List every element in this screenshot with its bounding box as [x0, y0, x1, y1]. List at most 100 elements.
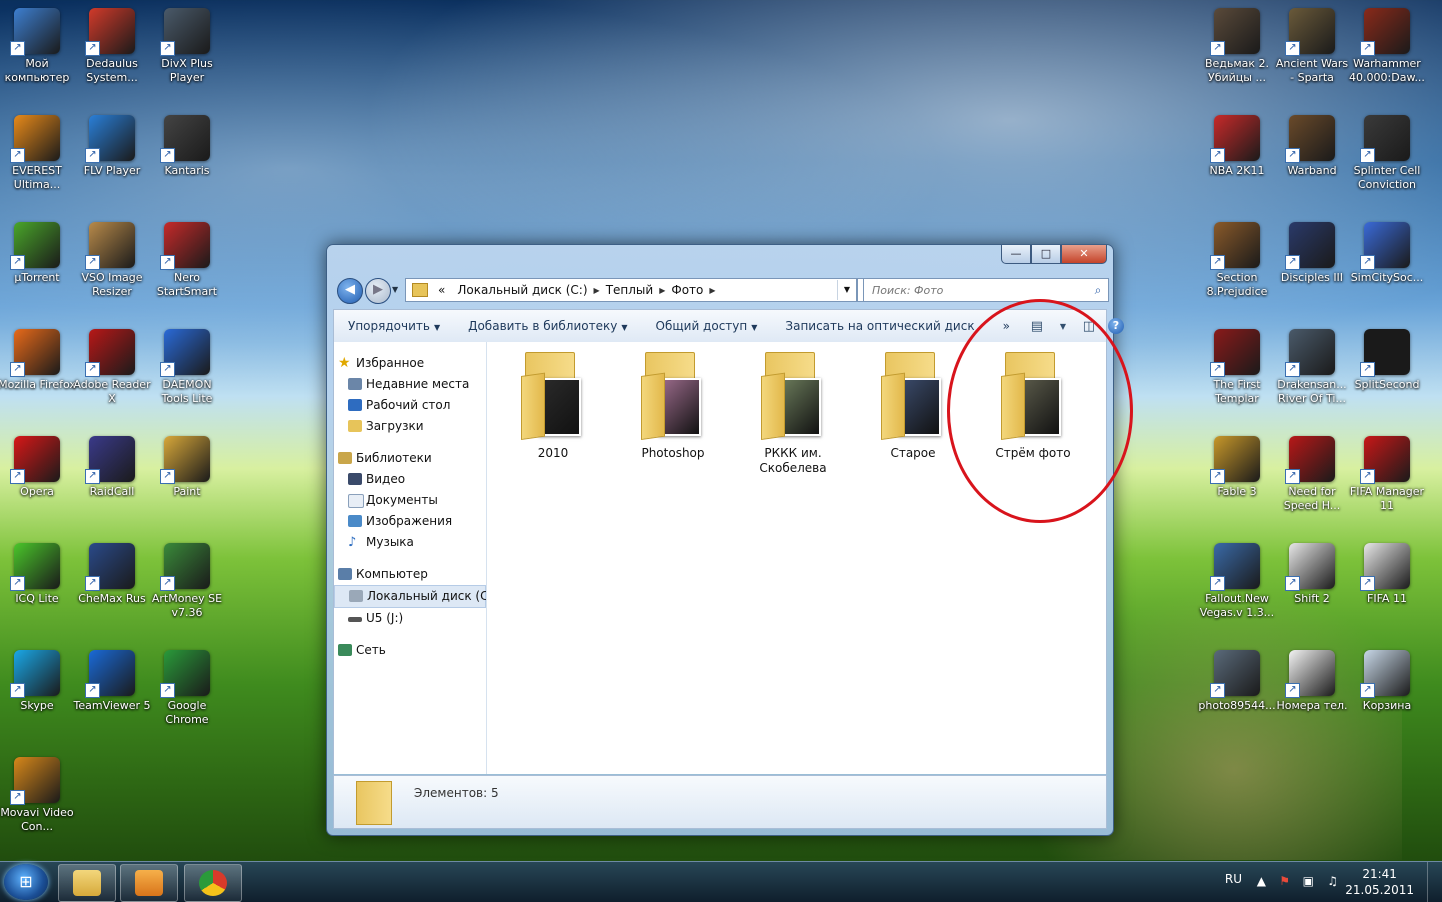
- desktop-icon-мой-компьютер[interactable]: ↗ Мой компьютер: [0, 8, 76, 85]
- nav-computer[interactable]: Компьютер: [334, 564, 486, 585]
- desktop-icon-fable-3[interactable]: ↗ Fable 3: [1198, 436, 1276, 499]
- desktop-icon-torrent[interactable]: ↗ µTorrent: [0, 222, 76, 285]
- desktop-icon-the-first-templar[interactable]: ↗ The First Templar: [1198, 329, 1276, 406]
- desktop-icon-warband[interactable]: ↗ Warband: [1273, 115, 1351, 178]
- desktop-icon-dedaulus-system[interactable]: ↗ Dedaulus System...: [73, 8, 151, 85]
- desktop-icon-simcitysoc[interactable]: ↗ SimCitySoc...: [1348, 222, 1426, 285]
- folder-item[interactable]: Старое: [859, 350, 967, 461]
- desktop-icon-daemon-tools-lite[interactable]: ↗ DAEMON Tools Lite: [148, 329, 226, 406]
- desktop-icon-warhammer-40-000-daw[interactable]: ↗ Warhammer 40.000:Daw...: [1348, 8, 1426, 85]
- view-options-icon[interactable]: ▤: [1024, 319, 1050, 334]
- taskbar-media-player[interactable]: [120, 864, 178, 902]
- desktop-icon-adobe-reader-x[interactable]: ↗ Adobe Reader X: [73, 329, 151, 406]
- action-center-icon[interactable]: ⚑: [1279, 874, 1290, 888]
- desktop-icon-google-chrome[interactable]: ↗ Google Chrome: [148, 650, 226, 727]
- desktop-icon-номера-тел[interactable]: ↗ Номера тел.: [1273, 650, 1351, 713]
- explorer-window[interactable]: — □ ✕ ◀ ▶ ▼ « Локальный диск (C:) ▶ Тепл…: [326, 244, 1124, 836]
- desktop-icon-icq-lite[interactable]: ↗ ICQ Lite: [0, 543, 76, 606]
- volume-icon[interactable]: ♫: [1327, 874, 1338, 888]
- desktop-icon-divx-plus-player[interactable]: ↗ DivX Plus Player: [148, 8, 226, 85]
- desktop-icon-nero-startsmart[interactable]: ↗ Nero StartSmart: [148, 222, 226, 299]
- breadcrumb-local-disk[interactable]: Локальный диск (C:): [451, 283, 593, 297]
- desktop-icon-nba-2k11[interactable]: ↗ NBA 2K11: [1198, 115, 1276, 178]
- minimize-button[interactable]: —: [1001, 245, 1031, 264]
- language-indicator[interactable]: RU: [1225, 872, 1242, 886]
- breadcrumb-foto[interactable]: Фото: [665, 283, 709, 297]
- desktop-icon-need-for-speed-h[interactable]: ↗ Need for Speed H...: [1273, 436, 1351, 513]
- taskbar-explorer[interactable]: [58, 864, 116, 902]
- search-box[interactable]: ⌕: [863, 278, 1109, 302]
- desktop-icon-splinter-cell-conviction[interactable]: ↗ Splinter Cell Conviction: [1348, 115, 1426, 192]
- desktop-icon-teamviewer-5[interactable]: ↗ TeamViewer 5: [73, 650, 151, 713]
- nav-local-disk-c[interactable]: Локальный диск (C:): [334, 585, 486, 608]
- desktop-icon-vso-image-resizer[interactable]: ↗ VSO Image Resizer: [73, 222, 151, 299]
- folder-item[interactable]: Стрём фото: [979, 350, 1087, 461]
- nav-documents[interactable]: Документы: [334, 490, 486, 511]
- address-bar[interactable]: « Локальный диск (C:) ▶ Теплый ▶ Фото ▶ …: [405, 278, 857, 302]
- preview-pane-icon[interactable]: ◫: [1076, 319, 1102, 334]
- folder-item[interactable]: РККК им. Скобелева: [739, 350, 847, 476]
- help-icon[interactable]: ?: [1107, 318, 1124, 334]
- desktop-icon-raidcall[interactable]: ↗ RaidCall: [73, 436, 151, 499]
- folder-item[interactable]: 2010: [499, 350, 607, 461]
- nav-u5-drive[interactable]: U5 (J:): [334, 608, 486, 629]
- nav-favorites[interactable]: ★ Избранное: [334, 353, 486, 374]
- desktop-icon-ведьмак-2-убийцы[interactable]: ↗ Ведьмак 2. Убийцы ...: [1198, 8, 1276, 85]
- view-dropdown-icon[interactable]: ▼: [1050, 322, 1076, 331]
- nav-music[interactable]: ♪ Музыка: [334, 532, 486, 553]
- search-input[interactable]: [864, 282, 1088, 298]
- desktop-icon-fifa-11[interactable]: ↗ FIFA 11: [1348, 543, 1426, 606]
- nav-video[interactable]: Видео: [334, 469, 486, 490]
- nav-network[interactable]: Сеть: [334, 640, 486, 661]
- show-hidden-icons-icon[interactable]: ▲: [1257, 874, 1266, 888]
- desktop-icon-fallout-new-vegas-v-1-3[interactable]: ↗ Fallout.New Vegas.v 1.3...: [1198, 543, 1276, 620]
- desktop-icon-skype[interactable]: ↗ Skype: [0, 650, 76, 713]
- more-commands-button[interactable]: »: [989, 319, 1024, 333]
- organize-menu[interactable]: Упорядочить ▼: [334, 319, 454, 333]
- close-button[interactable]: ✕: [1061, 245, 1107, 264]
- navigation-pane[interactable]: ★ Избранное Недавние места Рабочий стол …: [334, 342, 487, 774]
- breadcrumb-arrow-icon[interactable]: ▶: [709, 286, 715, 295]
- taskbar-chrome[interactable]: [184, 864, 242, 902]
- desktop-icon-kantaris[interactable]: ↗ Kantaris: [148, 115, 226, 178]
- desktop-icon-mozilla-firefox[interactable]: ↗ Mozilla Firefox: [0, 329, 76, 392]
- address-dropdown-icon[interactable]: ▼: [836, 280, 856, 300]
- add-to-library-menu[interactable]: Добавить в библиотеку ▼: [454, 319, 641, 333]
- desktop-icon-fifa-manager-11[interactable]: ↗ FIFA Manager 11: [1348, 436, 1426, 513]
- nav-libraries[interactable]: Библиотеки: [334, 448, 486, 469]
- desktop-icon-splitsecond[interactable]: ↗ SplitSecond: [1348, 329, 1426, 392]
- desktop-icon-section-8-prejudice[interactable]: ↗ Section 8.Prejudice: [1198, 222, 1276, 299]
- breadcrumb-teplyi[interactable]: Теплый: [600, 283, 660, 297]
- desktop-icon-artmoney-se-v7-36[interactable]: ↗ ArtMoney SE v7.36: [148, 543, 226, 620]
- share-menu[interactable]: Общий доступ ▼: [642, 319, 772, 333]
- desktop-icon-shift-2[interactable]: ↗ Shift 2: [1273, 543, 1351, 606]
- start-button[interactable]: ⊞: [4, 864, 48, 900]
- desktop-icon-ancient-wars-sparta[interactable]: ↗ Ancient Wars - Sparta: [1273, 8, 1351, 85]
- desktop-icon-photo89544[interactable]: ↗ photo89544...: [1198, 650, 1276, 713]
- clock[interactable]: 21:41 21.05.2011: [1345, 866, 1414, 898]
- recent-pages-dropdown[interactable]: ▼: [392, 285, 398, 294]
- nav-desktop[interactable]: Рабочий стол: [334, 395, 486, 416]
- desktop-icon-корзина[interactable]: ↗ Корзина: [1348, 650, 1426, 713]
- nav-recent-places[interactable]: Недавние места: [334, 374, 486, 395]
- desktop-icon-opera[interactable]: ↗ Opera: [0, 436, 76, 499]
- desktop-icon-paint[interactable]: ↗ Paint: [148, 436, 226, 499]
- desktop-icon-flv-player[interactable]: ↗ FLV Player: [73, 115, 151, 178]
- nav-pictures[interactable]: Изображения: [334, 511, 486, 532]
- desktop-icon-drakensan-river-of-ti[interactable]: ↗ Drakensan... River Of Ti...: [1273, 329, 1351, 406]
- nav-downloads[interactable]: Загрузки: [334, 416, 486, 437]
- network-tray-icon[interactable]: ▣: [1303, 874, 1314, 888]
- show-desktop-button[interactable]: [1427, 862, 1442, 902]
- search-icon[interactable]: ⌕: [1088, 283, 1108, 298]
- forward-button[interactable]: ▶: [365, 278, 391, 304]
- desktop-icon-movavi-video-con[interactable]: ↗ Movavi Video Con...: [0, 757, 76, 834]
- maximize-button[interactable]: □: [1031, 245, 1061, 264]
- desktop-icon-everest-ultima[interactable]: ↗ EVEREST Ultima...: [0, 115, 76, 192]
- file-list[interactable]: 2010 Photoshop РККК им. Скобелева Старое Стр…: [487, 342, 1106, 774]
- burn-button[interactable]: Записать на оптический диск: [771, 319, 988, 333]
- desktop-icon-disciples-iii[interactable]: ↗ Disciples III: [1273, 222, 1351, 285]
- desktop-icon-chemax-rus[interactable]: ↗ CheMax Rus: [73, 543, 151, 606]
- folder-item[interactable]: Photoshop: [619, 350, 727, 461]
- breadcrumb-prefix[interactable]: «: [432, 283, 451, 297]
- back-button[interactable]: ◀: [337, 278, 363, 304]
